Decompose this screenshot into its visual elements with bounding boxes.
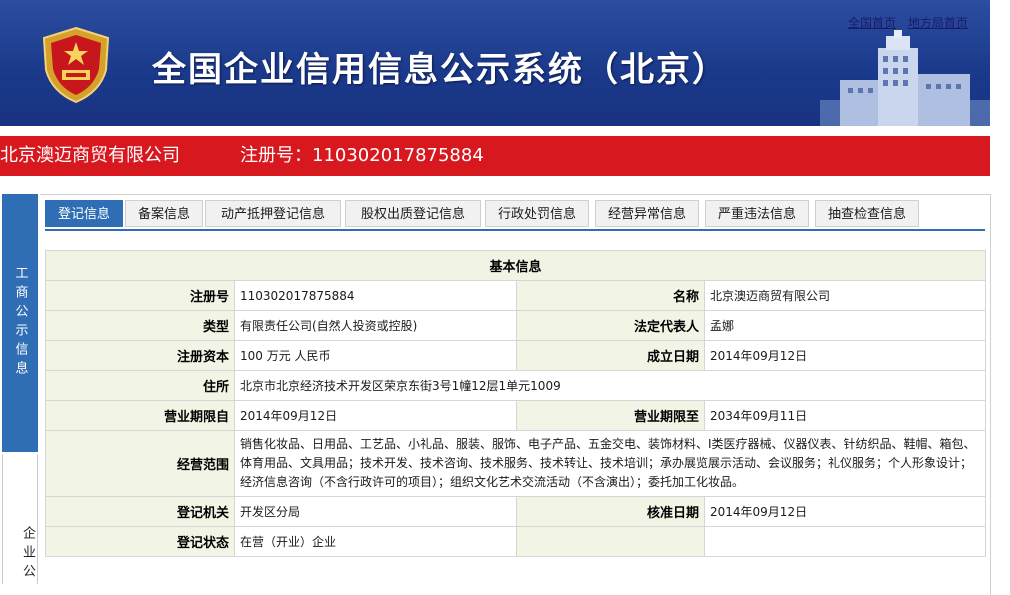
field-label: 注册资本 xyxy=(45,340,235,371)
tab-underline xyxy=(45,229,985,231)
field-label: 注册号 xyxy=(45,280,235,311)
company-name: 北京澳迈商贸有限公司 xyxy=(0,145,180,166)
local-home-link[interactable]: 地方局首页 xyxy=(908,16,968,30)
field-value: 孟娜 xyxy=(703,310,987,341)
basic-info-table: 基本信息 注册号 110302017875884 名称 北京澳迈商贸有限公司 类… xyxy=(44,250,987,557)
tab-serious-violation[interactable]: 严重违法信息 xyxy=(705,200,809,227)
sidebar-tab-qiye[interactable]: 企业公 xyxy=(2,454,38,584)
field-label xyxy=(516,526,705,557)
tab-registration[interactable]: 登记信息 xyxy=(45,200,123,227)
tab-filing[interactable]: 备案信息 xyxy=(125,200,203,227)
table-row: 注册号 110302017875884 名称 北京澳迈商贸有限公司 xyxy=(45,280,987,311)
table-row: 注册资本 100 万元 人民币 成立日期 2014年09月12日 xyxy=(45,340,987,371)
site-title: 全国企业信用信息公示系统（北京） xyxy=(152,50,728,90)
field-label: 成立日期 xyxy=(516,340,705,371)
business-scope-value: 销售化妆品、日用品、工艺品、小礼品、服装、服饰、电子产品、五金交电、装饰材料、I… xyxy=(233,430,987,497)
field-value: 开发区分局 xyxy=(234,496,517,527)
table-row: 营业期限自 2014年09月12日 营业期限至 2034年09月11日 xyxy=(45,400,987,431)
field-label: 名称 xyxy=(516,280,705,311)
field-label: 登记机关 xyxy=(45,496,235,527)
building-illustration-icon xyxy=(820,30,990,126)
field-label: 住所 xyxy=(45,370,235,401)
table-row: 类型 有限责任公司(自然人投资或控股) 法定代表人 孟娜 xyxy=(45,310,987,341)
top-links: 全国首页 地方局首页 xyxy=(848,14,976,31)
field-value: 在营（开业）企业 xyxy=(234,526,517,557)
field-value: 2014年09月12日 xyxy=(234,400,517,431)
field-value xyxy=(703,526,987,557)
field-label: 法定代表人 xyxy=(516,310,705,341)
table-header-row: 基本信息 xyxy=(44,250,987,281)
sidebar-tab-gongshang[interactable]: 工商公示信息 xyxy=(2,194,38,452)
field-value: 2034年09月11日 xyxy=(703,400,987,431)
table-row: 登记状态 在营（开业）企业 xyxy=(45,526,987,557)
field-value: 2014年09月12日 xyxy=(703,340,987,371)
table-title: 基本信息 xyxy=(44,250,987,281)
field-value: 北京澳迈商贸有限公司 xyxy=(703,280,987,311)
tab-admin-penalty[interactable]: 行政处罚信息 xyxy=(485,200,589,227)
field-label: 经营范围 xyxy=(45,430,235,497)
field-label: 类型 xyxy=(45,310,235,341)
field-label: 营业期限至 xyxy=(516,400,705,431)
tab-inspection[interactable]: 抽查检查信息 xyxy=(815,200,919,227)
table-row: 登记机关 开发区分局 核准日期 2014年09月12日 xyxy=(45,496,987,527)
field-value: 有限责任公司(自然人投资或控股) xyxy=(234,310,517,341)
field-label: 登记状态 xyxy=(45,526,235,557)
company-reg-number: 注册号：110302017875884 xyxy=(240,145,484,166)
company-bar: 北京澳迈商贸有限公司 注册号：110302017875884 xyxy=(0,136,990,176)
field-value: 北京市北京经济技术开发区荣京东街3号1幢12层1单元1009 xyxy=(233,370,987,401)
site-header: 全国企业信用信息公示系统（北京） 全国首页 地方局首页 xyxy=(0,0,990,126)
tab-equity-pledge[interactable]: 股权出质登记信息 xyxy=(345,200,481,227)
field-label: 核准日期 xyxy=(516,496,705,527)
field-value: 100 万元 人民币 xyxy=(234,340,517,371)
table-row: 住所 北京市北京经济技术开发区荣京东街3号1幢12层1单元1009 xyxy=(45,370,987,401)
national-home-link[interactable]: 全国首页 xyxy=(848,16,896,30)
tab-chattel-mortgage[interactable]: 动产抵押登记信息 xyxy=(205,200,341,227)
tab-abnormal-operation[interactable]: 经营异常信息 xyxy=(595,200,699,227)
field-value: 2014年09月12日 xyxy=(703,496,987,527)
national-emblem-icon xyxy=(42,26,110,104)
table-row: 经营范围 销售化妆品、日用品、工艺品、小礼品、服装、服饰、电子产品、五金交电、装… xyxy=(45,430,987,497)
field-label: 营业期限自 xyxy=(45,400,235,431)
field-value: 110302017875884 xyxy=(234,280,517,311)
